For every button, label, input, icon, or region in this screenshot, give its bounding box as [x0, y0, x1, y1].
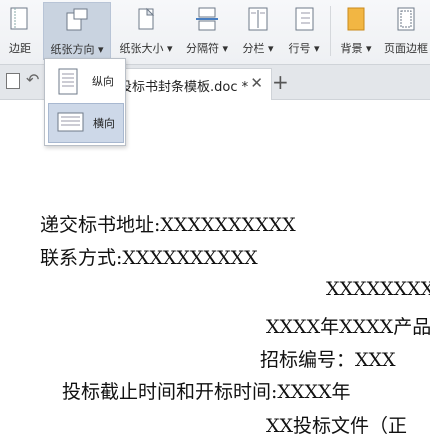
orientation-label: 纸张方向: [50, 43, 95, 56]
undo-arrow-icon[interactable]: ↶: [26, 70, 39, 89]
close-icon[interactable]: ✕: [250, 74, 263, 92]
chevron-down-icon: ▾: [94, 43, 104, 56]
landscape-page-icon: [57, 112, 84, 132]
page-break-icon: [196, 7, 218, 31]
ribbon-toolbar: 边距 纸张方向 ▾ 纸张大小 ▾ 分隔符 ▾ 分栏 ▾ 行号 ▾ 背景 ▾ 页面…: [0, 0, 430, 65]
document-tab[interactable]: 投标书封条模板.doc * ✕: [110, 68, 272, 100]
orientation-button[interactable]: 纸张方向 ▾: [43, 2, 111, 60]
portrait-page-icon: [58, 68, 78, 95]
background-label: 背景: [340, 42, 363, 55]
toolbar-divider: [330, 6, 331, 56]
page-margins-icon: [10, 7, 28, 30]
orientation-landscape-option[interactable]: 横向: [48, 103, 124, 143]
columns-button[interactable]: 分栏 ▾: [238, 2, 278, 58]
doc-line: 递交标书地址:XXXXXXXXXX: [40, 214, 296, 236]
chevron-down-icon: ▾: [310, 42, 320, 55]
paper-size-label: 纸张大小: [119, 42, 164, 55]
page-orientation-icon: [66, 8, 88, 31]
doc-line: XXXX年XXXX产品: [266, 316, 430, 338]
line-numbers-label: 行号: [288, 42, 311, 55]
columns-label: 分栏: [242, 42, 265, 55]
chevron-down-icon: ▾: [218, 42, 229, 55]
orientation-dropdown: 纵向 横向: [44, 58, 126, 146]
orientation-portrait-option[interactable]: 纵向: [48, 62, 122, 100]
doc-line: XX投标文件（正: [266, 415, 408, 437]
background-button[interactable]: 背景 ▾: [334, 2, 378, 58]
chevron-down-icon: ▾: [362, 42, 372, 55]
document-menu-icon[interactable]: [6, 73, 20, 89]
new-tab-icon[interactable]: +: [272, 70, 289, 94]
line-numbers-button[interactable]: 行号 ▾: [282, 2, 326, 58]
page-border-button[interactable]: 页面边框: [380, 2, 430, 58]
doc-line: 投标截止时间和开标时间:XXXX年: [62, 381, 351, 403]
chevron-down-icon: ▾: [163, 42, 173, 55]
breaks-button[interactable]: 分隔符 ▾: [182, 2, 232, 58]
paper-size-icon: [138, 7, 155, 30]
doc-line: 联系方式:XXXXXXXXXX: [40, 247, 258, 269]
document-tab-title: 投标书封条模板.doc *: [119, 80, 249, 95]
page-border-icon: [397, 7, 415, 31]
line-numbers-icon: [295, 7, 314, 31]
paper-size-button[interactable]: 纸张大小 ▾: [114, 2, 178, 58]
doc-line: 招标编号：XXX: [260, 349, 396, 371]
margins-button[interactable]: 边距: [0, 2, 40, 58]
chevron-down-icon: ▾: [264, 42, 274, 55]
columns-icon: [248, 7, 268, 31]
breaks-label: 分隔符: [185, 42, 219, 55]
document-page[interactable]: 递交标书地址:XXXXXXXXXX 联系方式:XXXXXXXXXX XXXXXX…: [0, 100, 430, 447]
doc-line: XXXXXXXX: [326, 278, 430, 300]
background-icon: [347, 7, 365, 31]
